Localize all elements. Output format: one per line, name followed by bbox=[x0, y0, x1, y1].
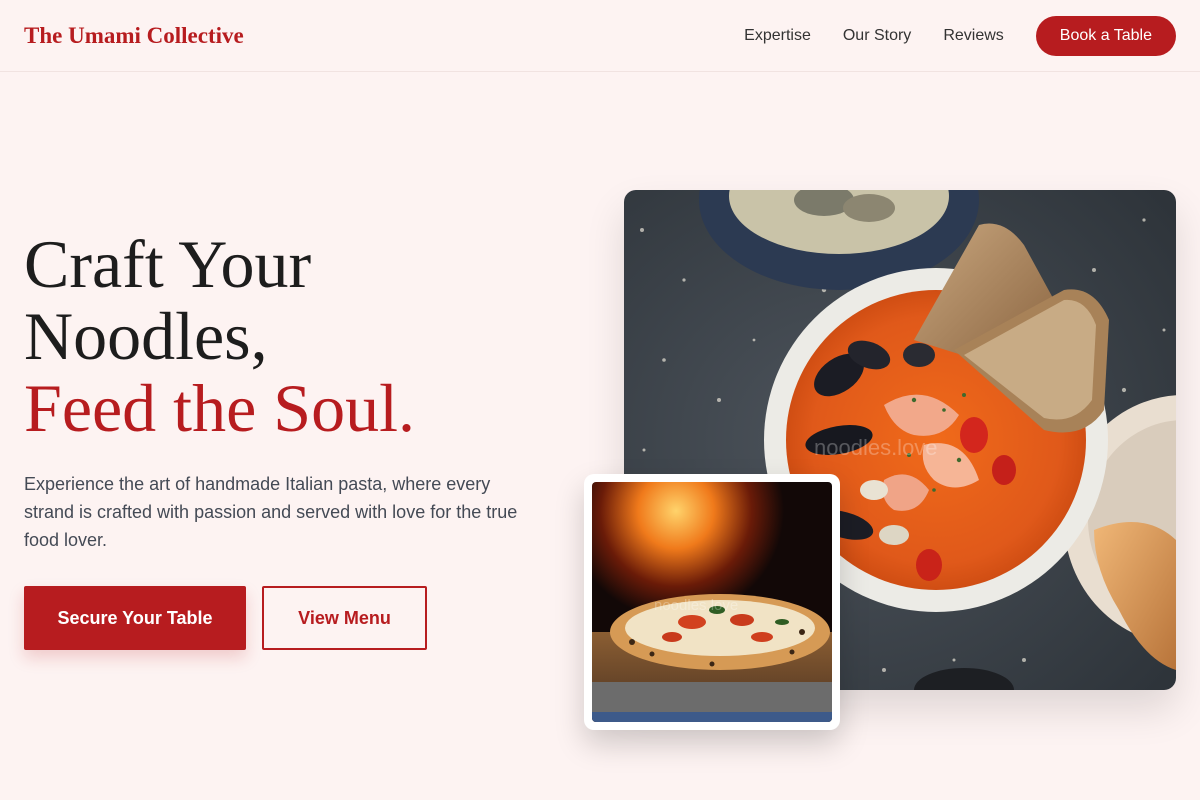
brand-logo[interactable]: The Umami Collective bbox=[24, 23, 244, 49]
hero-title-line-1: Craft Your bbox=[24, 226, 312, 302]
svg-text:noodles.love: noodles.love bbox=[654, 597, 738, 614]
hero-title-accent: Feed the Soul. bbox=[24, 370, 415, 446]
pizza-photo-card: noodles.love bbox=[584, 474, 840, 730]
secure-table-button[interactable]: Secure Your Table bbox=[24, 586, 246, 650]
nav-link-reviews[interactable]: Reviews bbox=[943, 27, 1003, 45]
book-table-button[interactable]: Book a Table bbox=[1035, 15, 1176, 56]
hero-title: Craft Your Noodles, Feed the Soul. bbox=[24, 228, 415, 444]
hero-title-line-2: Noodles, bbox=[24, 298, 268, 374]
pizza-photo: noodles.love bbox=[592, 482, 832, 722]
site-header: The Umami Collective Expertise Our Story… bbox=[0, 0, 1200, 72]
view-menu-button[interactable]: View Menu bbox=[262, 586, 427, 650]
main-nav: Expertise Our Story Reviews Book a Table bbox=[712, 15, 1176, 56]
hero-subtitle: Experience the art of handmade Italian p… bbox=[24, 474, 518, 550]
svg-text:noodles.love: noodles.love bbox=[814, 435, 938, 460]
nav-link-our-story[interactable]: Our Story bbox=[843, 27, 911, 45]
nav-link-expertise[interactable]: Expertise bbox=[744, 27, 811, 45]
